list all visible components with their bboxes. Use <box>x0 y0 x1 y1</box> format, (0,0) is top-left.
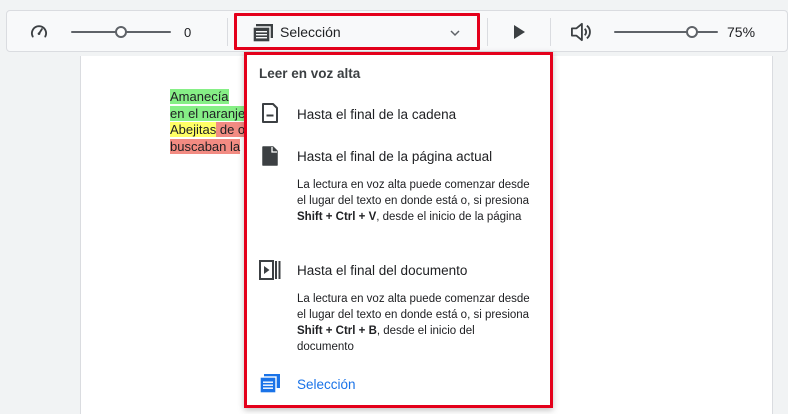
volume-slider-thumb[interactable] <box>686 26 698 38</box>
highlighted-text: en el naranje <box>170 105 246 121</box>
menu-item-end-of-string[interactable]: Hasta el final de la cadena <box>297 107 456 122</box>
selection-icon <box>259 374 280 394</box>
play-document-icon <box>259 260 281 280</box>
document-text: Amanecía en el naranje Abejitas de o buscab… <box>170 89 246 156</box>
document-line: buscaban la <box>170 138 245 156</box>
read-aloud-menu: Leer en voz alta Hasta el final de la ca… <box>244 52 553 408</box>
toolbar-separator <box>227 18 228 46</box>
volume-slider-track <box>614 31 718 33</box>
highlighted-text: Amanecía <box>170 89 229 104</box>
document-line: Abejitas de o <box>170 122 246 139</box>
page-filled-icon <box>262 146 278 166</box>
reading-mode-label: Selección <box>280 24 341 40</box>
speed-slider-thumb[interactable] <box>115 26 127 38</box>
document-line: en el naranje <box>170 105 246 123</box>
speed-value: 0 <box>184 25 192 40</box>
page-outline-icon <box>262 103 278 123</box>
speedometer-icon <box>31 25 47 38</box>
reading-mode-dropdown[interactable]: Selección <box>234 13 480 50</box>
highlighted-text: buscaban la <box>170 138 241 154</box>
highlighted-text: de o <box>216 122 246 137</box>
menu-item-end-of-document[interactable]: Hasta el final del documento <box>297 263 467 278</box>
document-lines-icon <box>253 24 273 42</box>
menu-item-end-of-document-description: La lectura en voz alta puede comenzar de… <box>297 293 530 353</box>
play-icon[interactable] <box>512 25 526 39</box>
volume-icon[interactable] <box>570 22 592 42</box>
chevron-down-icon <box>450 30 460 37</box>
menu-title: Leer en voz alta <box>259 66 361 81</box>
toolbar-separator <box>550 18 551 46</box>
document-line: Amanecía <box>170 89 245 106</box>
speed-slider[interactable] <box>71 24 171 40</box>
reader-toolbar: 0 Selección 75% <box>6 10 788 52</box>
menu-item-selection[interactable]: Selección <box>297 377 356 392</box>
volume-value: 75% <box>727 24 756 40</box>
menu-item-end-of-page[interactable]: Hasta el final de la página actual <box>297 149 492 164</box>
highlighted-text: Abejitas <box>170 122 217 137</box>
volume-slider[interactable] <box>614 24 718 40</box>
menu-item-end-of-page-description: La lectura en voz alta puede comenzar de… <box>297 179 530 223</box>
toolbar-separator <box>487 18 488 46</box>
